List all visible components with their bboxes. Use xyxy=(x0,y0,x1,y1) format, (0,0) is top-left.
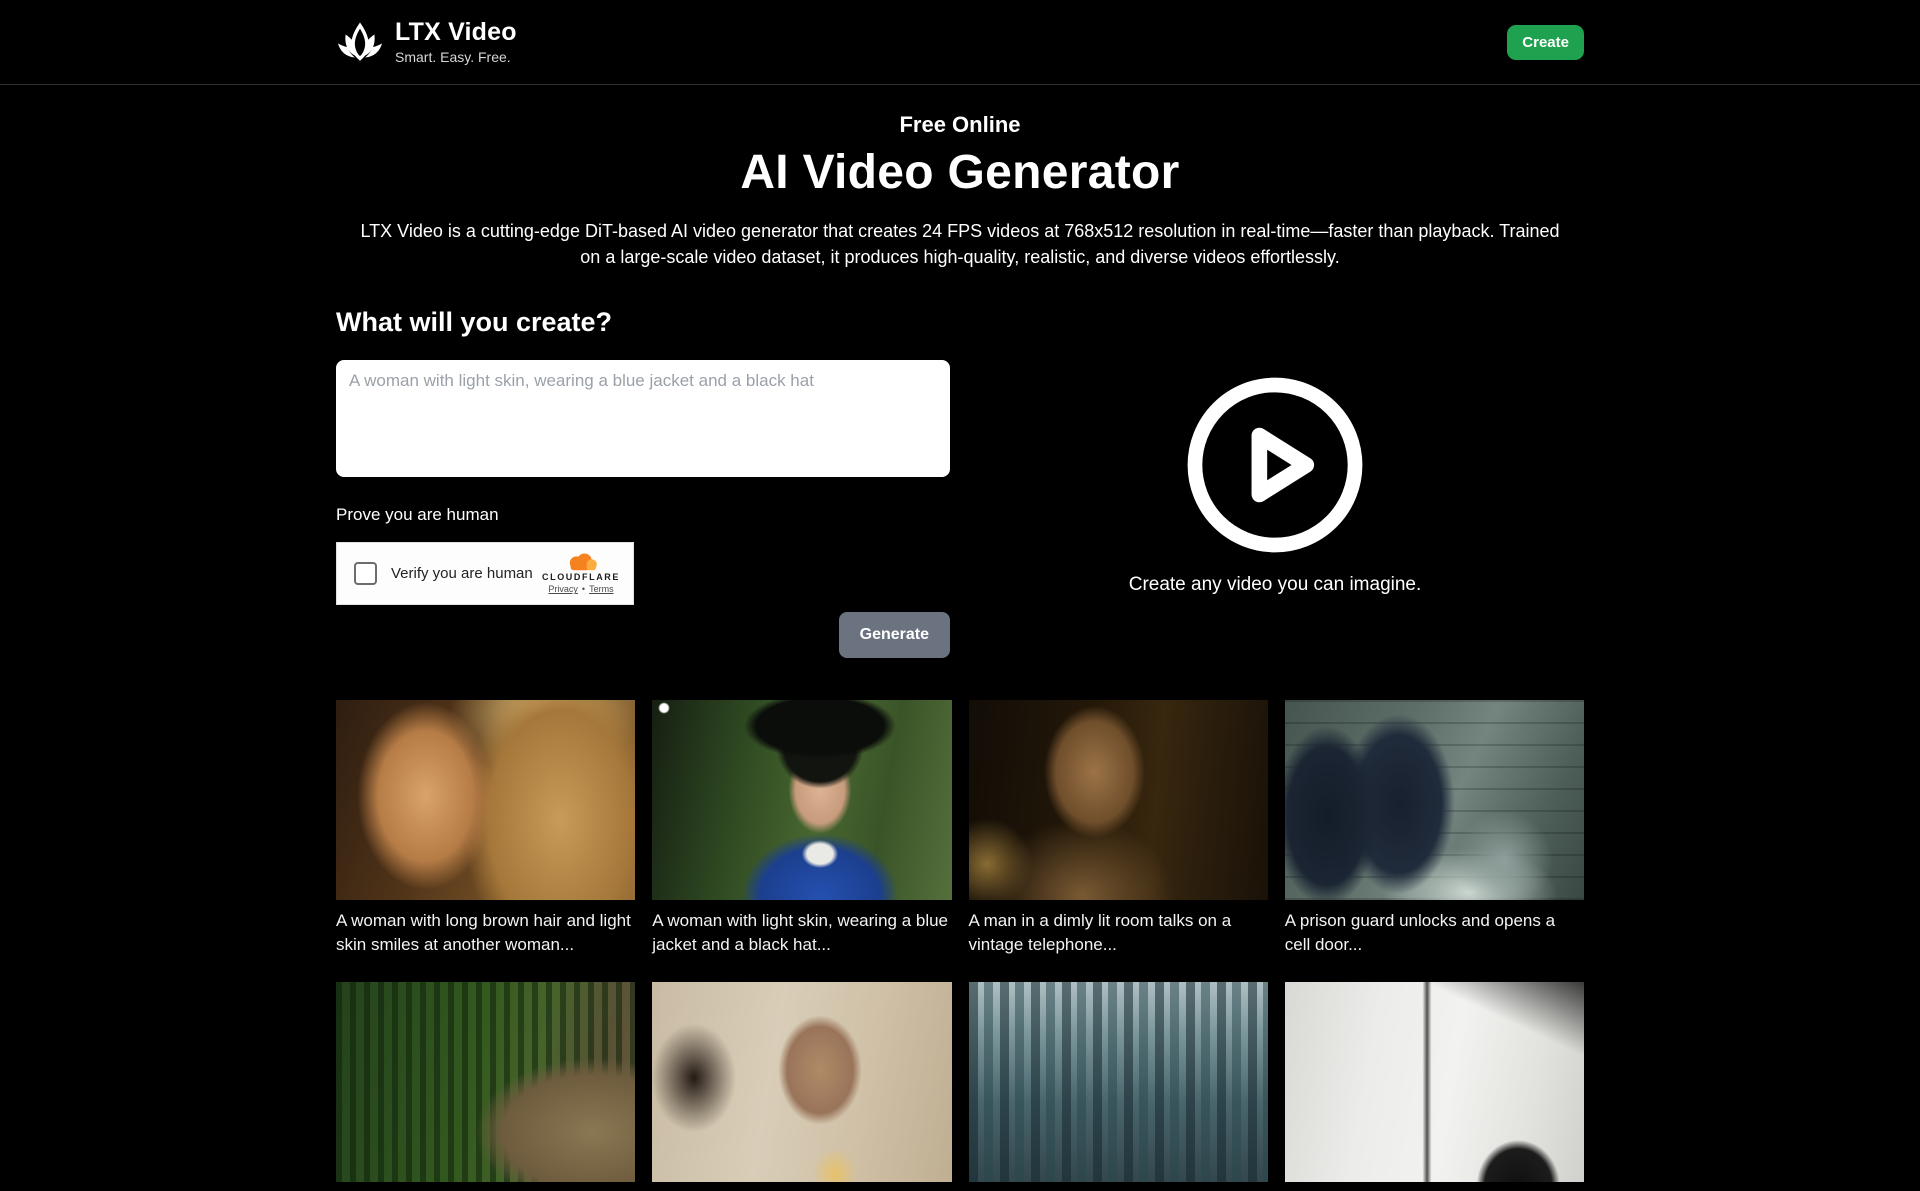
privacy-link[interactable]: Privacy xyxy=(548,584,578,594)
cloudflare-cloud-icon xyxy=(563,552,600,571)
verify-checkbox[interactable] xyxy=(354,562,377,585)
gallery-item xyxy=(652,982,951,1191)
header: LTX Video Smart. Easy. Free. Create xyxy=(0,0,1920,85)
video-thumbnail[interactable] xyxy=(652,700,951,900)
gallery-item: A woman with light skin, wearing a blue … xyxy=(652,700,951,957)
generate-button[interactable]: Generate xyxy=(839,612,950,658)
preview-caption: Create any video you can imagine. xyxy=(1129,574,1422,596)
video-thumbnail[interactable] xyxy=(969,700,1268,900)
create-button[interactable]: Create xyxy=(1507,25,1584,60)
brand[interactable]: LTX Video Smart. Easy. Free. xyxy=(336,19,517,64)
hero-section: Free Online AI Video Generator LTX Video… xyxy=(336,112,1584,271)
video-caption: A woman with light skin, wearing a blue … xyxy=(652,909,951,957)
prompt-input[interactable] xyxy=(336,360,950,477)
lotus-icon xyxy=(336,21,384,63)
preview-column: Create any video you can imagine. xyxy=(966,307,1584,658)
video-thumbnail[interactable] xyxy=(652,982,951,1182)
gallery-item xyxy=(1285,982,1584,1191)
gallery-item: A woman with long brown hair and light s… xyxy=(336,700,635,957)
example-gallery: A woman with long brown hair and light s… xyxy=(336,700,1584,1191)
prove-human-label: Prove you are human xyxy=(336,505,950,525)
main-content: Free Online AI Video Generator LTX Video… xyxy=(336,112,1584,1191)
page-title: AI Video Generator xyxy=(336,145,1584,200)
brand-title: LTX Video xyxy=(395,19,517,45)
gallery-item: A prison guard unlocks and opens a cell … xyxy=(1285,700,1584,957)
video-thumbnail[interactable] xyxy=(336,700,635,900)
video-caption: A prison guard unlocks and opens a cell … xyxy=(1285,909,1584,957)
video-thumbnail[interactable] xyxy=(1285,700,1584,900)
gallery-item: A man in a dimly lit room talks on a vin… xyxy=(969,700,1268,957)
hero-eyebrow: Free Online xyxy=(336,112,1584,138)
cloudflare-wordmark: CLOUDFLARE xyxy=(542,572,620,582)
video-thumbnail[interactable] xyxy=(1285,982,1584,1182)
video-caption: A man in a dimly lit room talks on a vin… xyxy=(969,909,1268,957)
play-circle-icon xyxy=(1183,373,1367,557)
creator-section: What will you create? Prove you are huma… xyxy=(336,307,1584,658)
brand-tagline: Smart. Easy. Free. xyxy=(395,49,517,65)
link-separator: • xyxy=(582,584,585,594)
terms-link[interactable]: Terms xyxy=(589,584,614,594)
gallery-item xyxy=(336,982,635,1191)
cloudflare-branding: CLOUDFLARE Privacy • Terms xyxy=(542,552,620,594)
video-thumbnail[interactable] xyxy=(336,982,635,1182)
hero-description: LTX Video is a cutting-edge DiT-based AI… xyxy=(353,219,1568,271)
creator-heading: What will you create? xyxy=(336,307,950,338)
video-caption: A woman with long brown hair and light s… xyxy=(336,909,635,957)
prompt-column: What will you create? Prove you are huma… xyxy=(336,307,950,658)
verify-label: Verify you are human xyxy=(391,565,533,582)
video-thumbnail[interactable] xyxy=(969,982,1268,1182)
gallery-item xyxy=(969,982,1268,1191)
cloudflare-turnstile-widget: Verify you are human CLOUDFLARE Pri xyxy=(336,542,634,605)
